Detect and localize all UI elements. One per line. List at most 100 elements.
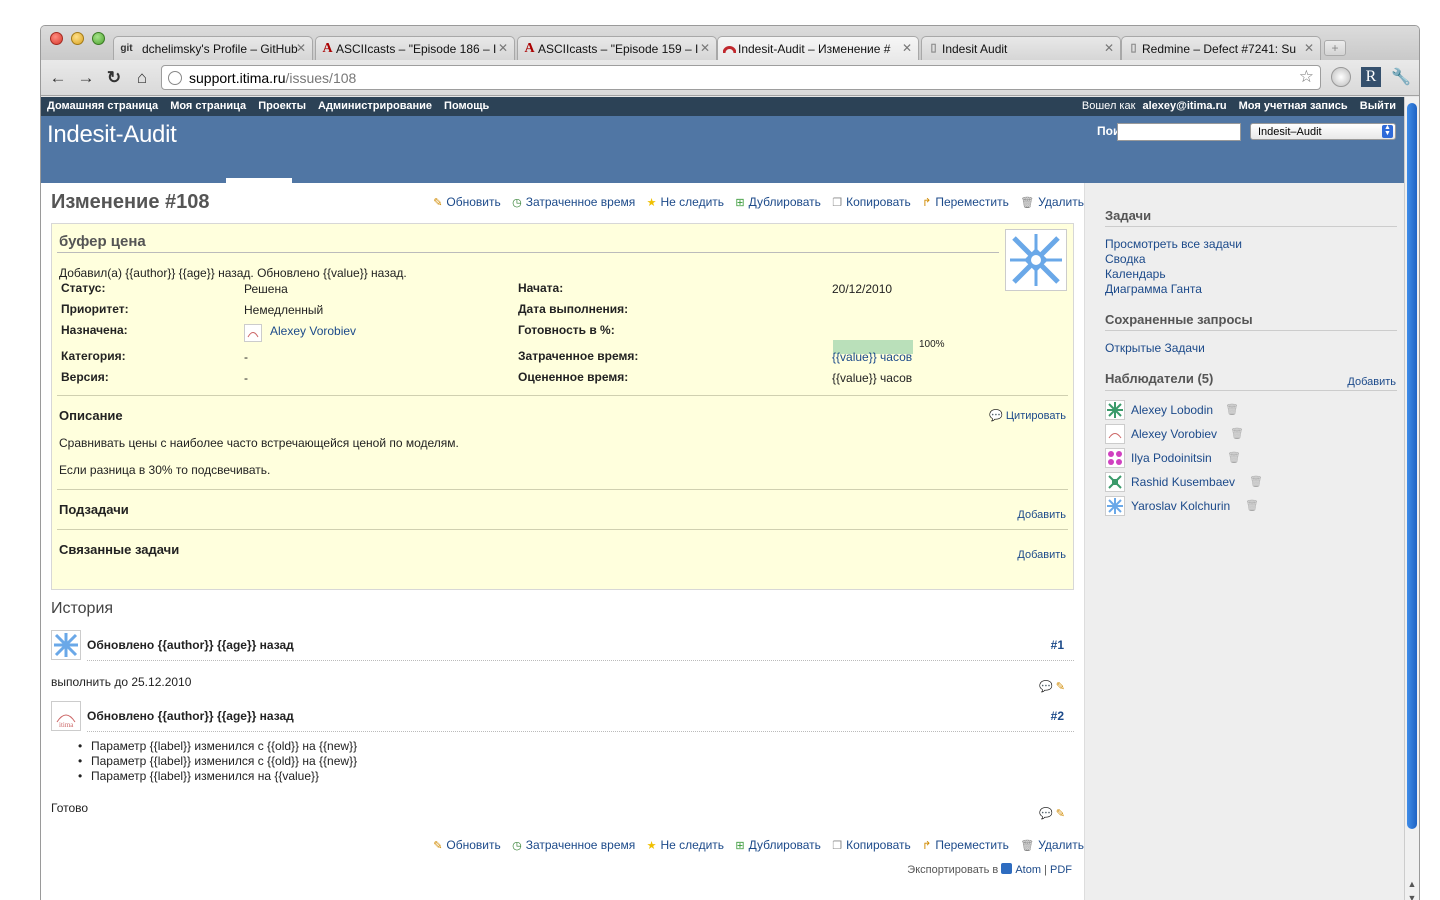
- forward-arrow-icon[interactable]: →: [76, 68, 96, 88]
- edit-pencil-icon[interactable]: ✎: [1056, 681, 1065, 693]
- move-link[interactable]: Переместить: [935, 195, 1009, 209]
- category-value: -: [244, 350, 248, 364]
- current-user-link[interactable]: alexey@itima.ru: [1142, 100, 1226, 112]
- browser-tab-4-active[interactable]: Indesit-Audit – Изменение # ✕: [717, 36, 919, 60]
- view-all-issues-link[interactable]: Просмотреть все задачи: [1105, 237, 1242, 251]
- issue-actions-top: ✎ Обновить ◷ Затраченное время ★ Не следить…: [433, 195, 1084, 209]
- journal-number-link[interactable]: #1: [1051, 638, 1064, 652]
- asciicasts-favicon-icon: A: [524, 41, 535, 56]
- top-menu-help[interactable]: Помощь: [444, 100, 489, 112]
- watcher-name-link[interactable]: Ilya Podoinitsin: [1131, 451, 1212, 465]
- atom-link[interactable]: Atom: [1015, 864, 1041, 876]
- close-tab-icon[interactable]: ✕: [1104, 41, 1114, 55]
- browser-tab-6[interactable]: ▯ Redmine – Defect #7241: Su ✕: [1121, 36, 1321, 60]
- page-scrollbar[interactable]: ▲ ▼: [1404, 97, 1419, 900]
- move-link-bottom[interactable]: Переместить: [935, 838, 1009, 852]
- quote-link[interactable]: 💬 Цитировать: [989, 409, 1066, 422]
- journal-1-actions: 💬 ✎: [1039, 680, 1065, 693]
- watcher-name-link[interactable]: Alexey Lobodin: [1131, 403, 1213, 417]
- close-tab-icon[interactable]: ✕: [1304, 41, 1314, 55]
- pdf-link[interactable]: PDF: [1050, 864, 1072, 876]
- delete-link-bottom[interactable]: Удалить: [1038, 838, 1084, 852]
- edit-pencil-icon[interactable]: ✎: [1056, 808, 1065, 820]
- close-tab-icon[interactable]: ✕: [498, 41, 508, 55]
- journal-number-link[interactable]: #2: [1051, 709, 1064, 723]
- back-arrow-icon[interactable]: ←: [48, 68, 68, 88]
- new-tab-button[interactable]: +: [1324, 40, 1346, 56]
- extension-globe-icon[interactable]: [1331, 67, 1351, 87]
- add-subtask-link[interactable]: Добавить: [1017, 509, 1066, 521]
- top-menu: Домашняя страница Моя страница Проекты А…: [41, 97, 1406, 116]
- bookmark-star-icon[interactable]: ☆: [1299, 67, 1314, 87]
- spent-time-link[interactable]: {{value}} часов: [832, 350, 912, 364]
- page-favicon-icon: ▯: [1130, 42, 1137, 54]
- journal-note-2: Готово: [51, 801, 89, 815]
- remove-watcher-trash-icon[interactable]: 🗑: [1245, 499, 1259, 512]
- remove-watcher-trash-icon[interactable]: 🗑: [1249, 475, 1263, 488]
- quote-bubble-icon[interactable]: 💬: [1039, 681, 1053, 693]
- project-select[interactable]: Indesit–Audit ▲ ▼: [1250, 123, 1396, 140]
- add-watcher-link[interactable]: Добавить: [1347, 376, 1396, 388]
- top-menu-home[interactable]: Домашняя страница: [47, 100, 158, 112]
- log-time-link[interactable]: Затраченное время: [526, 195, 636, 209]
- add-relation-link[interactable]: Добавить: [1017, 549, 1066, 561]
- duplicate-link-bottom[interactable]: Дублировать: [749, 838, 821, 852]
- close-tab-icon[interactable]: ✕: [700, 41, 710, 55]
- close-tab-icon[interactable]: ✕: [902, 41, 912, 55]
- remove-watcher-trash-icon[interactable]: 🗑: [1230, 427, 1244, 440]
- browser-tab-3[interactable]: A ASCIIcasts – "Episode 159 – I ✕: [517, 36, 717, 60]
- watcher-name-link[interactable]: Rashid Kusembaev: [1131, 475, 1235, 489]
- duplicate-link[interactable]: Дублировать: [749, 195, 821, 209]
- close-window-button[interactable]: [50, 32, 63, 45]
- update-link[interactable]: Обновить: [446, 195, 500, 209]
- watchers-heading: Наблюдатели (5): [1105, 371, 1214, 386]
- summary-link[interactable]: Сводка: [1105, 252, 1146, 266]
- redmine-extension-icon[interactable]: R: [1361, 67, 1381, 87]
- top-menu-admin[interactable]: Администрирование: [318, 100, 432, 112]
- unwatch-link[interactable]: Не следить: [661, 195, 725, 209]
- copy-link-bottom[interactable]: Копировать: [846, 838, 911, 852]
- project-title: Indesit-Audit: [47, 121, 177, 148]
- open-issues-query-link[interactable]: Открытые Задачи: [1105, 341, 1205, 355]
- journal-avatar: [51, 630, 81, 660]
- log-time-link-bottom[interactable]: Затраченное время: [526, 838, 636, 852]
- description-heading: Описание: [59, 408, 123, 423]
- quote-bubble-icon[interactable]: 💬: [1039, 808, 1053, 820]
- zoom-window-button[interactable]: [92, 32, 105, 45]
- scrollbar-thumb[interactable]: [1407, 103, 1417, 829]
- duplicate-icon: ⊞: [735, 197, 745, 209]
- browser-tab-2[interactable]: A ASCIIcasts – "Episode 186 – I ✕: [315, 36, 515, 60]
- calendar-link[interactable]: Календарь: [1105, 267, 1166, 281]
- scroll-down-icon[interactable]: ▼: [1405, 893, 1419, 900]
- minimize-window-button[interactable]: [71, 32, 84, 45]
- search-input[interactable]: [1117, 123, 1241, 141]
- spent-time-label: Затраченное время:: [518, 349, 639, 363]
- close-tab-icon[interactable]: ✕: [296, 41, 306, 55]
- address-bar[interactable]: support.itima.ru/issues/108 ☆: [161, 65, 1321, 90]
- watcher-name-link[interactable]: Yaroslav Kolchurin: [1131, 499, 1230, 513]
- copy-link[interactable]: Копировать: [846, 195, 911, 209]
- delete-link[interactable]: Удалить: [1038, 195, 1084, 209]
- top-menu-my-page[interactable]: Моя страница: [170, 100, 246, 112]
- copy-icon: ❐: [832, 840, 843, 852]
- browser-window: git dchelimsky's Profile – GitHub ✕ A AS…: [40, 25, 1420, 900]
- reload-icon[interactable]: ↻: [104, 68, 124, 88]
- url-path: /issues/108: [285, 70, 357, 86]
- logout-link[interactable]: Выйти: [1360, 100, 1396, 112]
- unwatch-link-bottom[interactable]: Не следить: [661, 838, 725, 852]
- home-icon[interactable]: ⌂: [132, 68, 152, 88]
- gantt-link[interactable]: Диаграмма Ганта: [1105, 282, 1202, 296]
- top-menu-projects[interactable]: Проекты: [258, 100, 306, 112]
- assignee-link[interactable]: Alexey Vorobiev: [270, 324, 356, 338]
- browser-tab-5[interactable]: ▯ Indesit Audit ✕: [921, 36, 1121, 60]
- remove-watcher-trash-icon[interactable]: 🗑: [1227, 451, 1241, 464]
- remove-watcher-trash-icon[interactable]: 🗑: [1225, 403, 1239, 416]
- issue-details-box: буфер цена Добавил(а) {{author}} {{age}}…: [51, 223, 1074, 590]
- scroll-up-icon[interactable]: ▲: [1405, 879, 1419, 893]
- watcher-name-link[interactable]: Alexey Vorobiev: [1131, 427, 1217, 441]
- browser-tab-1[interactable]: git dchelimsky's Profile – GitHub ✕: [113, 36, 313, 60]
- wrench-icon[interactable]: 🔧: [1391, 67, 1411, 87]
- update-link-bottom[interactable]: Обновить: [446, 838, 500, 852]
- copy-icon: ❐: [832, 197, 843, 209]
- my-account-link[interactable]: Моя учетная запись: [1239, 100, 1348, 112]
